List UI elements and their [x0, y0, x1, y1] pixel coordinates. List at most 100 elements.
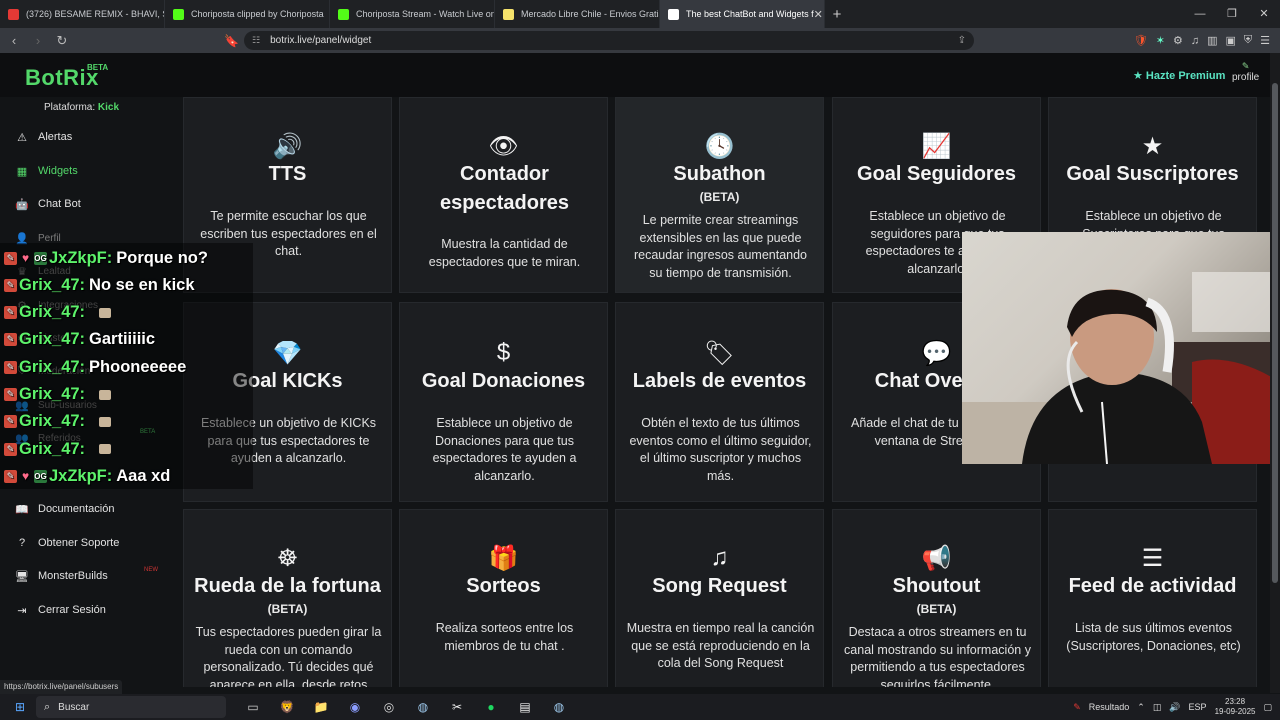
sidebar-item-obtener-soporte[interactable]: ? Obtener Soporte [14, 533, 119, 553]
media-icon[interactable]: ♫ [1191, 35, 1199, 47]
page-scrollbar[interactable] [1270, 53, 1280, 693]
widget-card-labels-de-eventos[interactable]: 🏷 Labels de eventos Obtén el texto de tus … [615, 302, 824, 502]
system-tray: ✎ Resultado ⌃ ◫ 🔊 ESP 23:28 19-09-2025 ▢ [1073, 694, 1272, 720]
clock[interactable]: 23:28 19-09-2025 [1215, 697, 1256, 717]
premium-label: Hazte Premium [1145, 70, 1226, 82]
chat-message: ✎ Grix_47: [4, 383, 112, 407]
close-window-icon[interactable]: ✕ [1248, 0, 1280, 28]
windows-start-icon[interactable]: ⊞ [6, 700, 34, 714]
browser-tab[interactable]: The best ChatBot and Widgets f ✕ [660, 0, 825, 28]
tray-chevron-icon[interactable]: ⌃ [1137, 702, 1145, 713]
widget-card-rueda-de-la-fortuna[interactable]: ☸ Rueda de la fortuna (BETA) Tus espectador… [183, 509, 392, 687]
sidebar-item-documentaci-n[interactable]: 📖 Documentación [14, 499, 114, 519]
vpn-icon[interactable]: ⛨ [1244, 34, 1252, 47]
back-icon[interactable]: ‹ [4, 33, 24, 48]
taskbar: ⊞ ⌕ Buscar ▭ 🦁 📁 ◉ ◎ ◍ ✂ ● ▤ ◍ ✎ Resulta… [0, 694, 1280, 720]
steam-icon[interactable]: ◍ [412, 700, 434, 714]
restore-icon[interactable]: ❐ [1216, 0, 1248, 28]
language-label[interactable]: ESP [1189, 702, 1207, 712]
profile-icon: ✎ [1241, 61, 1250, 71]
webcam-figure [962, 272, 1280, 464]
puzzle-icon[interactable]: ⚙ [1173, 34, 1183, 47]
widget-card-contador-espectadores[interactable]: 👁 Contador espectadores Muestra la cantida… [399, 97, 608, 293]
browser-tab[interactable]: (3726) BESAME REMIX - BHAVI, S [0, 0, 165, 28]
widget-card-subathon[interactable]: 🕓 Subathon (BETA) Le permite crear streamin… [615, 97, 824, 293]
widget-title: Goal Donaciones [421, 370, 586, 392]
chat-badge-icon: ✎ [4, 278, 17, 292]
sidebar-item-monsterbuilds[interactable]: 🖥 MonsterBuilds [14, 566, 108, 586]
menu-icon[interactable]: ☰ [1260, 34, 1270, 47]
bookmark-icon[interactable]: 🔖 [224, 34, 239, 48]
webcam-overlay [962, 232, 1280, 464]
wallet-icon[interactable]: ▣ [1225, 34, 1235, 47]
close-tab-icon[interactable]: ✕ [814, 8, 823, 21]
browser-tab[interactable]: Choriposta Stream - Watch Live on K [330, 0, 495, 28]
epic-icon[interactable]: ▤ [514, 700, 536, 714]
profile-button[interactable]: ✎ profile [1232, 61, 1259, 83]
share-icon[interactable]: ⇪ [958, 35, 966, 46]
sidebar-icon[interactable]: ▥ [1207, 34, 1217, 47]
notification-icon[interactable]: ▢ [1263, 702, 1272, 713]
widget-description: Establece un objetivo de Donaciones para… [432, 416, 577, 483]
sidebar-item-widgets[interactable]: ▦ Widgets [14, 161, 78, 181]
chat-badge-icon: ✎ [4, 251, 17, 265]
heart-badge-icon: ♥ [21, 468, 30, 483]
weather-icon[interactable]: ✎ [1073, 702, 1081, 713]
widget-card-sorteos[interactable]: 🎁 Sorteos Realiza sorteos entre los miembr… [399, 509, 608, 687]
folder-icon[interactable]: 📁 [310, 700, 332, 714]
chat-username: Grix_47: [19, 330, 86, 349]
og-badge-icon: OG [34, 469, 47, 483]
site-settings-icon[interactable]: ☷ [252, 35, 260, 46]
tab-label: The best ChatBot and Widgets f [686, 9, 814, 19]
spotify-icon[interactable]: ● [480, 700, 502, 714]
chat-message: ✎ Grix_47: [4, 301, 112, 325]
chat-username: Grix_47: [19, 439, 86, 458]
sidebar-item-cerrar-sesi-n[interactable]: ⇥ Cerrar Sesión [14, 600, 105, 620]
brave-shield-icon[interactable]: 🛡 [1134, 34, 1148, 47]
minimize-icon[interactable]: — [1184, 0, 1216, 28]
browser-tab[interactable]: Mercado Libre Chile - Envios Gratis e [495, 0, 660, 28]
taskbar-search[interactable]: ⌕ Buscar [36, 696, 226, 718]
forward-icon[interactable]: › [28, 33, 48, 48]
search-icon: ⌕ [44, 700, 51, 713]
chat-badge-icon: ✎ [4, 388, 17, 401]
tags-icon: 🏷 [704, 340, 735, 367]
sidebar-item-alertas[interactable]: ⚠ Alertas [14, 127, 72, 147]
obs-icon[interactable]: ◎ [378, 700, 400, 714]
browser-tab[interactable]: Choriposta clipped by Choriposta [165, 0, 330, 28]
task-view-icon[interactable]: ▭ [242, 700, 264, 714]
chat-username: Grix_47: [19, 303, 86, 322]
chat-message: ✎ Grix_47: Phooneeeee [4, 355, 186, 379]
sidebar-item-chat-bot[interactable]: 🤖 Chat Bot [14, 194, 81, 214]
capcut-icon[interactable]: ✂ [446, 700, 468, 714]
chat-overlay: ✎ ♥ OG JxZkpF: Porque no? ✎ Grix_47: No se en k… [0, 243, 253, 489]
address-bar: ‹ › ↻ 🔖 ☷ botrix.live/panel/widget ⇪ 🛡 ✶… [0, 28, 1280, 53]
widget-card-goal-donaciones[interactable]: $ Goal Donaciones Establece un objetivo de… [399, 302, 608, 502]
reload-icon[interactable]: ↻ [52, 33, 72, 49]
widget-title: Rueda de la fortuna [194, 575, 381, 597]
sidebar-item-label: MonsterBuilds [38, 570, 108, 582]
brave-icon[interactable]: 🦁 [276, 700, 298, 714]
sidebar-item-label: Documentación [38, 503, 115, 515]
widget-card-song-request[interactable]: ♫ Song Request Muestra en tiempo real la c… [615, 509, 824, 687]
new-badge: NEW [144, 567, 158, 573]
widget-card-shoutout[interactable]: 📢 Shoutout (BETA) Destaca a otros streamers… [832, 509, 1041, 687]
discord-icon[interactable]: ◉ [344, 700, 366, 714]
widget-title: Goal Seguidores [857, 163, 1016, 185]
sidebar-item-label: Obtener Soporte [38, 537, 120, 549]
url-input[interactable]: ☷ botrix.live/panel/widget ⇪ [244, 31, 974, 50]
widget-card-feed-de-actividad[interactable]: ☰ Feed de actividad Lista de sus últimos e… [1048, 509, 1257, 687]
clock-time: 23:28 [1225, 697, 1246, 706]
logout-icon: ⇥ [17, 604, 27, 617]
widget-title: Song Request [652, 575, 787, 597]
new-tab-icon[interactable]: + [825, 6, 849, 23]
premium-button[interactable]: ★ Hazte Premium [1133, 69, 1225, 82]
volume-icon[interactable]: 🔊 [1169, 702, 1180, 713]
scrollbar-thumb[interactable] [1272, 83, 1278, 583]
tab-label: Mercado Libre Chile - Envios Gratis e [521, 9, 660, 19]
window-controls: — ❐ ✕ [1184, 0, 1280, 28]
extension-icon[interactable]: ✶ [1156, 34, 1165, 47]
network-icon[interactable]: ◫ [1153, 702, 1162, 713]
tab-label: Choriposta clipped by Choriposta [191, 9, 324, 19]
steam2-icon[interactable]: ◍ [548, 700, 570, 714]
